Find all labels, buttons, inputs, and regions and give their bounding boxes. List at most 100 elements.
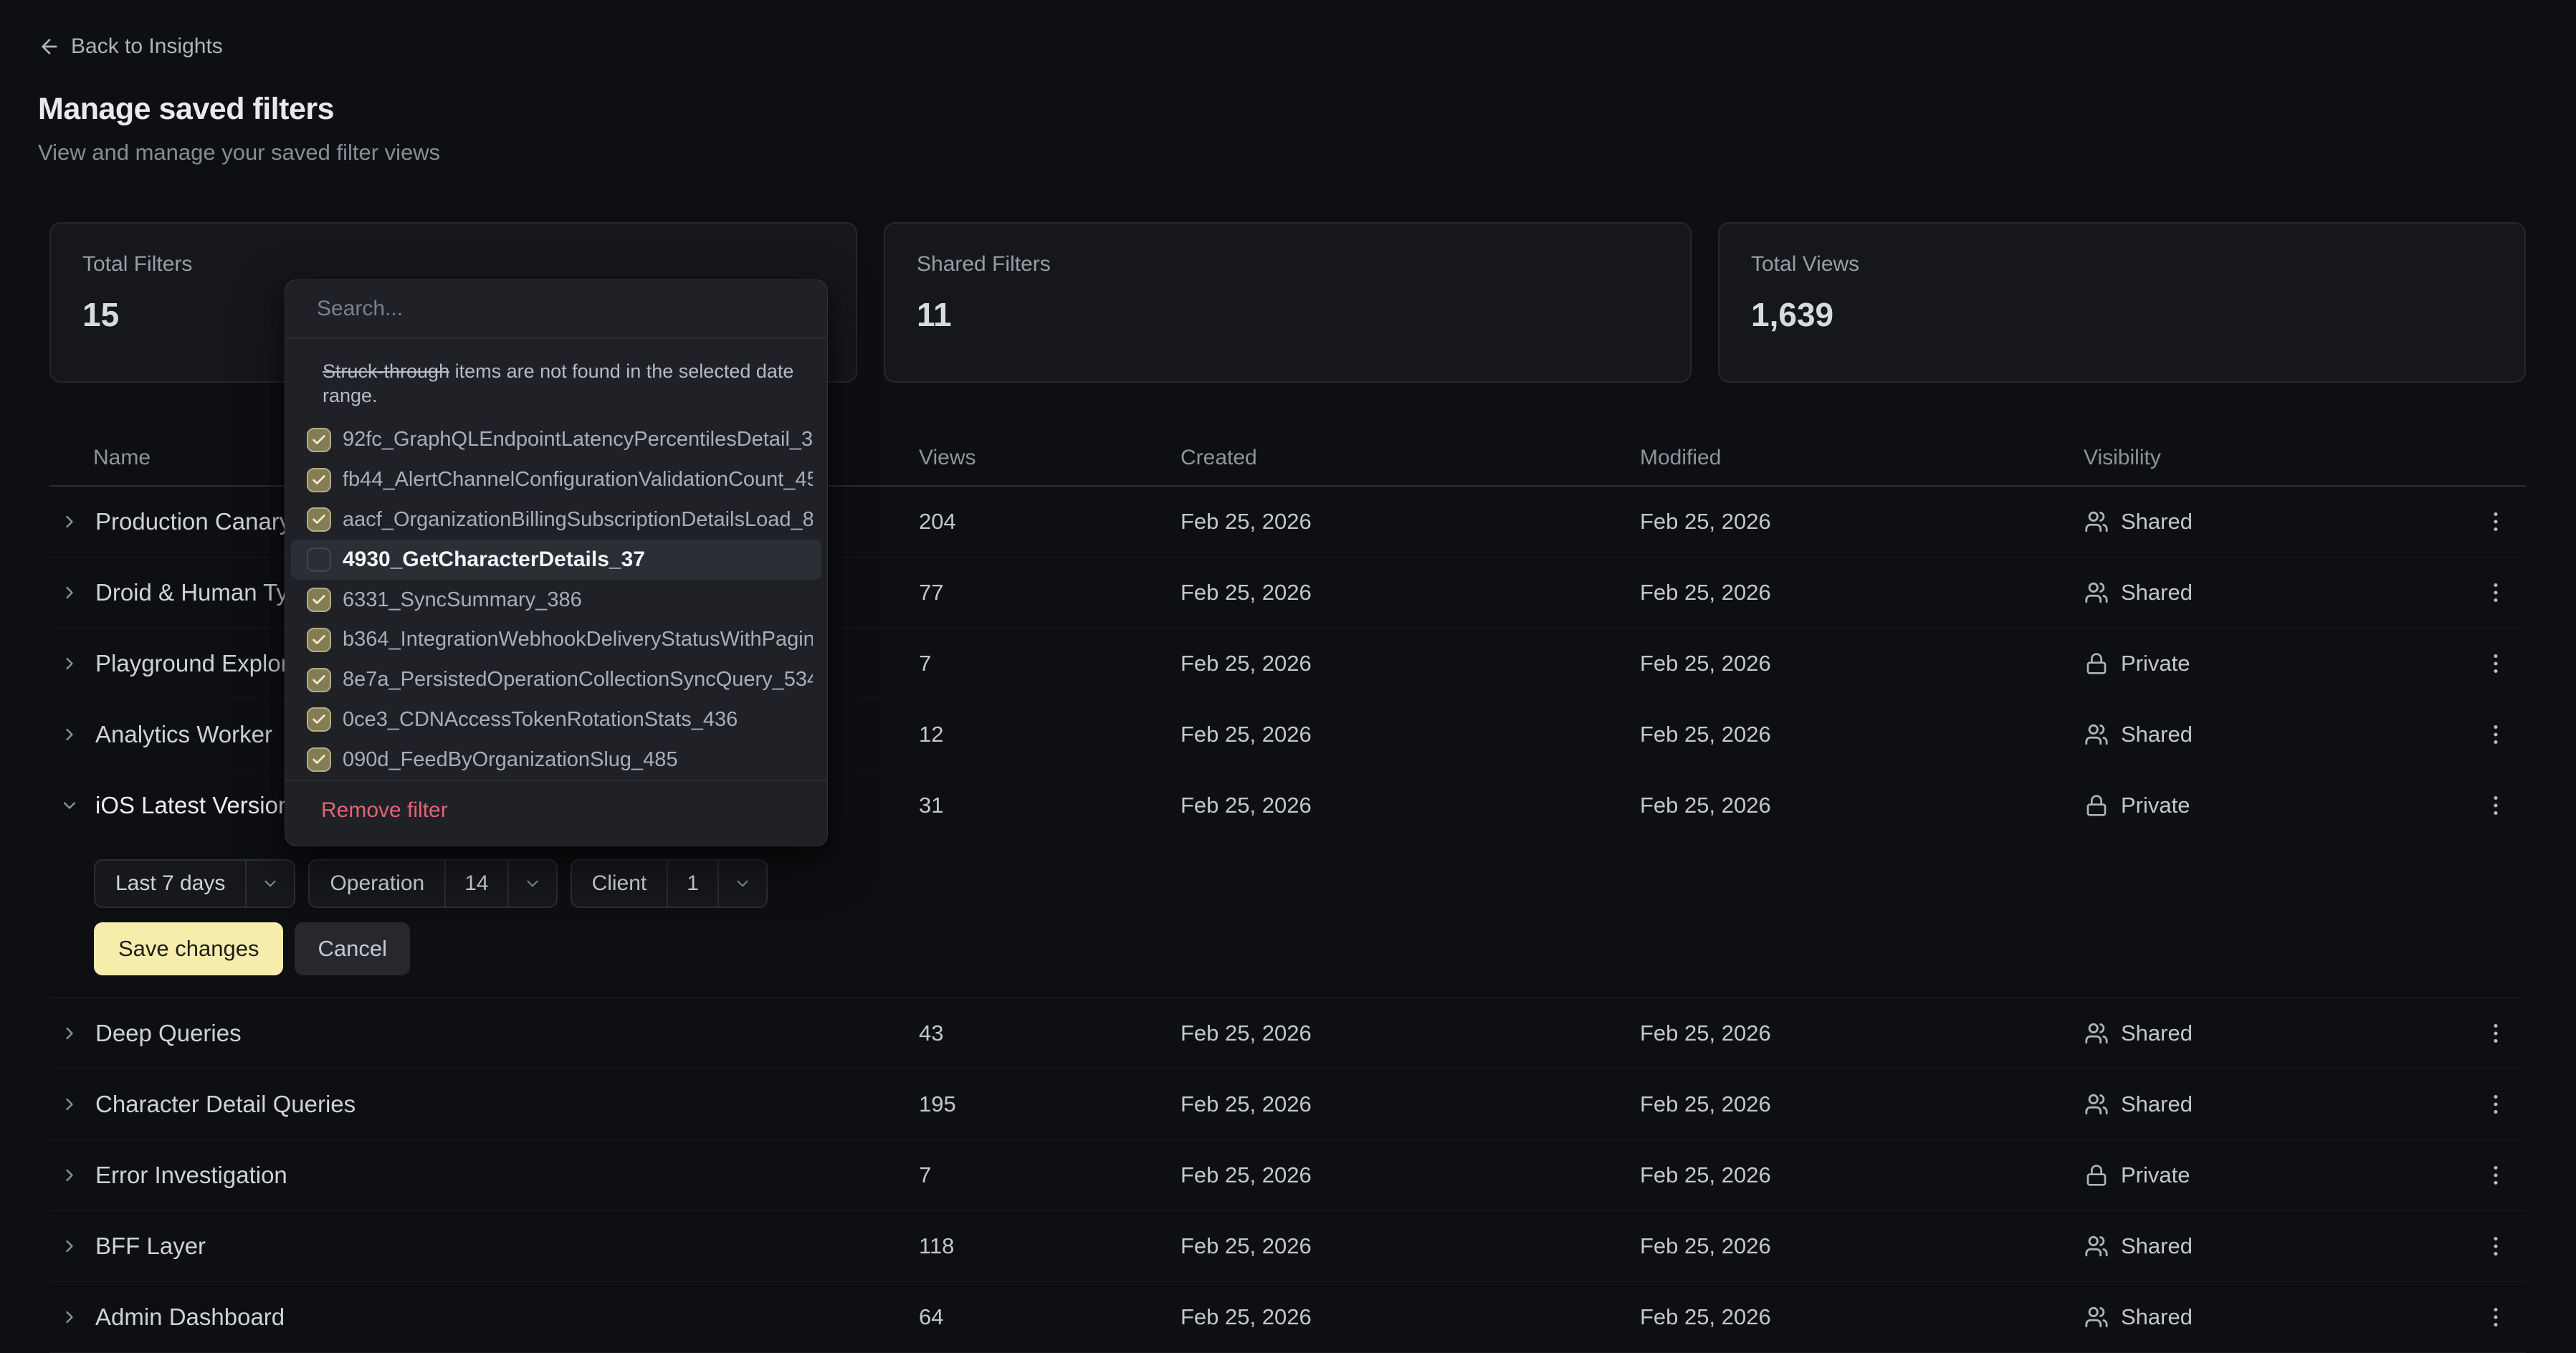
views-value: 204 — [919, 509, 1180, 535]
chevron-right-icon[interactable] — [57, 651, 82, 676]
views-value: 77 — [919, 580, 1180, 606]
dropdown-item-label: 92fc_GraphQLEndpointLatencyPercentilesDe… — [343, 428, 813, 451]
visibility-label: Shared — [2121, 1304, 2193, 1330]
checkbox[interactable] — [307, 428, 331, 452]
dropdown-item[interactable]: 92fc_GraphQLEndpointLatencyPercentilesDe… — [291, 420, 821, 460]
filter-name: Character Detail Queries — [95, 1091, 356, 1118]
checkbox[interactable] — [307, 507, 331, 532]
client-chip[interactable]: Client 1 — [571, 859, 768, 908]
row-menu-kebab-icon[interactable] — [2482, 650, 2509, 677]
check-icon — [311, 472, 327, 488]
modified-date: Feb 25, 2026 — [1640, 1233, 2084, 1259]
table-row[interactable]: Deep Queries 43 Feb 25, 2026 Feb 25, 202… — [49, 998, 2526, 1069]
client-count: 1 — [668, 861, 717, 907]
stat-label: Total Filters — [82, 252, 824, 277]
visibility-label: Shared — [2121, 1020, 2193, 1046]
modified-date: Feb 25, 2026 — [1640, 651, 2084, 676]
visibility-label: Shared — [2121, 722, 2193, 747]
dropdown-item[interactable]: b364_IntegrationWebhookDeliveryStatusWit… — [291, 620, 821, 660]
row-menu-kebab-icon[interactable] — [2482, 1162, 2509, 1189]
checkbox[interactable] — [307, 628, 331, 652]
filter-name: Playground Explorat — [95, 650, 308, 677]
dropdown-item[interactable]: 0ce3_CDNAccessTokenRotationStats_436 — [291, 700, 821, 740]
editor-buttons: Save changes Cancel — [94, 922, 2526, 975]
row-menu-kebab-icon[interactable] — [2482, 1304, 2509, 1331]
chevron-right-icon[interactable] — [57, 1304, 82, 1330]
visibility-label: Shared — [2121, 1233, 2193, 1259]
shared-users-icon — [2084, 722, 2109, 747]
table-row[interactable]: Admin Dashboard 64 Feb 25, 2026 Feb 25, … — [49, 1282, 2526, 1353]
created-date: Feb 25, 2026 — [1180, 1091, 1640, 1117]
table-row[interactable]: Error Investigation 7 Feb 25, 2026 Feb 2… — [49, 1140, 2526, 1211]
back-to-insights-link[interactable]: Back to Insights — [38, 34, 440, 59]
shared-users-icon — [2084, 1233, 2109, 1259]
created-date: Feb 25, 2026 — [1180, 1162, 1640, 1188]
checkbox[interactable] — [307, 548, 331, 572]
row-menu-kebab-icon[interactable] — [2482, 1020, 2509, 1047]
back-link-label: Back to Insights — [71, 34, 223, 59]
row-menu-kebab-icon[interactable] — [2482, 1091, 2509, 1118]
chevron-down-icon[interactable] — [509, 861, 556, 907]
dropdown-item[interactable]: 8e7a_PersistedOperationCollectionSyncQue… — [291, 660, 821, 700]
chevron-right-icon[interactable] — [57, 509, 82, 535]
operation-count: 14 — [446, 861, 507, 907]
expanded-filter-editor: Last 7 days Operation 14 Client — [49, 841, 2526, 998]
row-menu-kebab-icon[interactable] — [2482, 792, 2509, 819]
chevron-right-icon[interactable] — [57, 1091, 82, 1117]
table-row[interactable]: BFF Layer 118 Feb 25, 2026 Feb 25, 2026 … — [49, 1211, 2526, 1282]
checkbox[interactable] — [307, 668, 331, 692]
modified-date: Feb 25, 2026 — [1640, 1020, 2084, 1046]
chevron-down-icon[interactable] — [719, 861, 766, 907]
dropdown-item[interactable]: 4930_GetCharacterDetails_37 — [291, 540, 821, 580]
search-input[interactable] — [285, 297, 827, 321]
stat-card-shared-filters: Shared Filters 11 — [884, 222, 1692, 383]
row-menu-kebab-icon[interactable] — [2482, 1233, 2509, 1260]
modified-date: Feb 25, 2026 — [1640, 1162, 2084, 1188]
row-menu-kebab-icon[interactable] — [2482, 579, 2509, 606]
row-menu-kebab-icon[interactable] — [2482, 508, 2509, 535]
check-icon — [311, 432, 327, 448]
save-changes-button[interactable]: Save changes — [94, 922, 283, 975]
filter-name: BFF Layer — [95, 1233, 206, 1260]
note-strikethrough-sample: Struck-through — [323, 360, 449, 382]
dropdown-item[interactable]: 090d_FeedByOrganizationSlug_485 — [291, 740, 821, 780]
checkbox[interactable] — [307, 468, 331, 492]
arrow-left-icon — [38, 35, 61, 58]
filter-name: Admin Dashboard — [95, 1304, 285, 1331]
page-title: Manage saved filters — [38, 92, 440, 127]
visibility-label: Shared — [2121, 509, 2193, 535]
shared-users-icon — [2084, 509, 2109, 535]
column-header-visibility: Visibility — [2084, 446, 2466, 470]
checkbox[interactable] — [307, 588, 331, 612]
chevron-right-icon[interactable] — [57, 580, 82, 606]
stat-value: 11 — [917, 295, 1659, 334]
operation-chip[interactable]: Operation 14 — [308, 859, 557, 908]
dropdown-item-label: fb44_AlertChannelConfigurationValidation… — [343, 468, 813, 492]
visibility-label: Private — [2121, 651, 2190, 676]
check-icon — [311, 632, 327, 648]
checkbox[interactable] — [307, 747, 331, 772]
dropdown-item[interactable]: fb44_AlertChannelConfigurationValidation… — [291, 460, 821, 500]
row-menu-kebab-icon[interactable] — [2482, 721, 2509, 748]
chevron-right-icon[interactable] — [57, 722, 82, 747]
chevron-down-icon[interactable] — [57, 793, 82, 818]
remove-filter-button[interactable]: Remove filter — [285, 781, 827, 844]
date-range-chip[interactable]: Last 7 days — [94, 859, 295, 908]
checkbox[interactable] — [307, 707, 331, 732]
visibility-label: Shared — [2121, 580, 2193, 606]
chevron-right-icon[interactable] — [57, 1020, 82, 1046]
views-value: 64 — [919, 1304, 1180, 1330]
visibility-label: Private — [2121, 793, 2190, 818]
cancel-button[interactable]: Cancel — [295, 922, 410, 975]
dropdown-item[interactable]: 6331_SyncSummary_386 — [291, 580, 821, 620]
dropdown-item-label: 4930_GetCharacterDetails_37 — [343, 548, 645, 572]
chevron-right-icon[interactable] — [57, 1233, 82, 1259]
table-row[interactable]: Character Detail Queries 195 Feb 25, 202… — [49, 1069, 2526, 1140]
chevron-down-icon[interactable] — [247, 861, 294, 907]
dropdown-item[interactable]: aacf_OrganizationBillingSubscriptionDeta… — [291, 500, 821, 540]
filter-name: Error Investigation — [95, 1162, 287, 1189]
chevron-right-icon[interactable] — [57, 1162, 82, 1188]
page-subtitle: View and manage your saved filter views — [38, 140, 440, 166]
views-value: 12 — [919, 722, 1180, 747]
created-date: Feb 25, 2026 — [1180, 793, 1640, 818]
